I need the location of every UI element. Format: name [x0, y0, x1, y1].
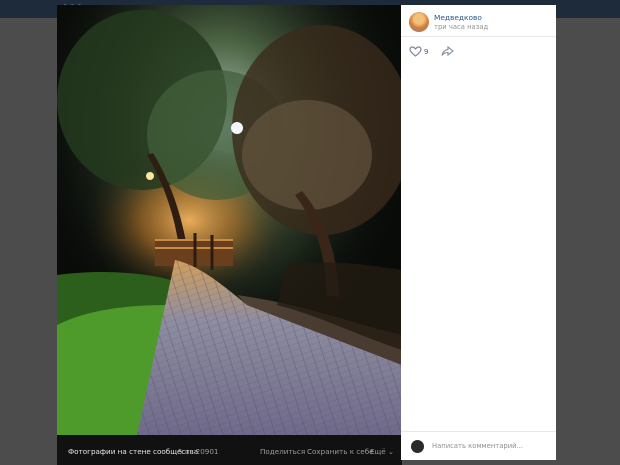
- post-side-panel: Медведково три часа назад 9 Написать ком…: [401, 5, 556, 460]
- comment-input[interactable]: Написать комментарий...: [432, 442, 523, 450]
- share-link[interactable]: Поделиться: [260, 447, 305, 456]
- group-name-link[interactable]: Медведково: [434, 13, 482, 22]
- like-count: 9: [424, 48, 429, 56]
- share-arrow-icon[interactable]: [441, 46, 454, 57]
- photo-bottom-bar: Фотографии на стене сообщества 5 из 2090…: [57, 435, 402, 465]
- group-avatar[interactable]: [409, 12, 429, 32]
- user-avatar[interactable]: [411, 440, 424, 453]
- post-time[interactable]: три часа назад: [434, 23, 488, 31]
- save-to-self-link[interactable]: Сохранить к себе: [307, 447, 374, 456]
- comment-divider: [401, 431, 556, 432]
- more-menu-link[interactable]: Ещё ⌄: [370, 447, 394, 456]
- heart-icon[interactable]: [409, 46, 422, 57]
- header-divider: [401, 36, 556, 37]
- main-photo[interactable]: [57, 5, 402, 435]
- photo-counter: 5 из 20901: [178, 447, 219, 456]
- photo-viewer: Фотографии на стене сообщества 5 из 2090…: [57, 5, 402, 465]
